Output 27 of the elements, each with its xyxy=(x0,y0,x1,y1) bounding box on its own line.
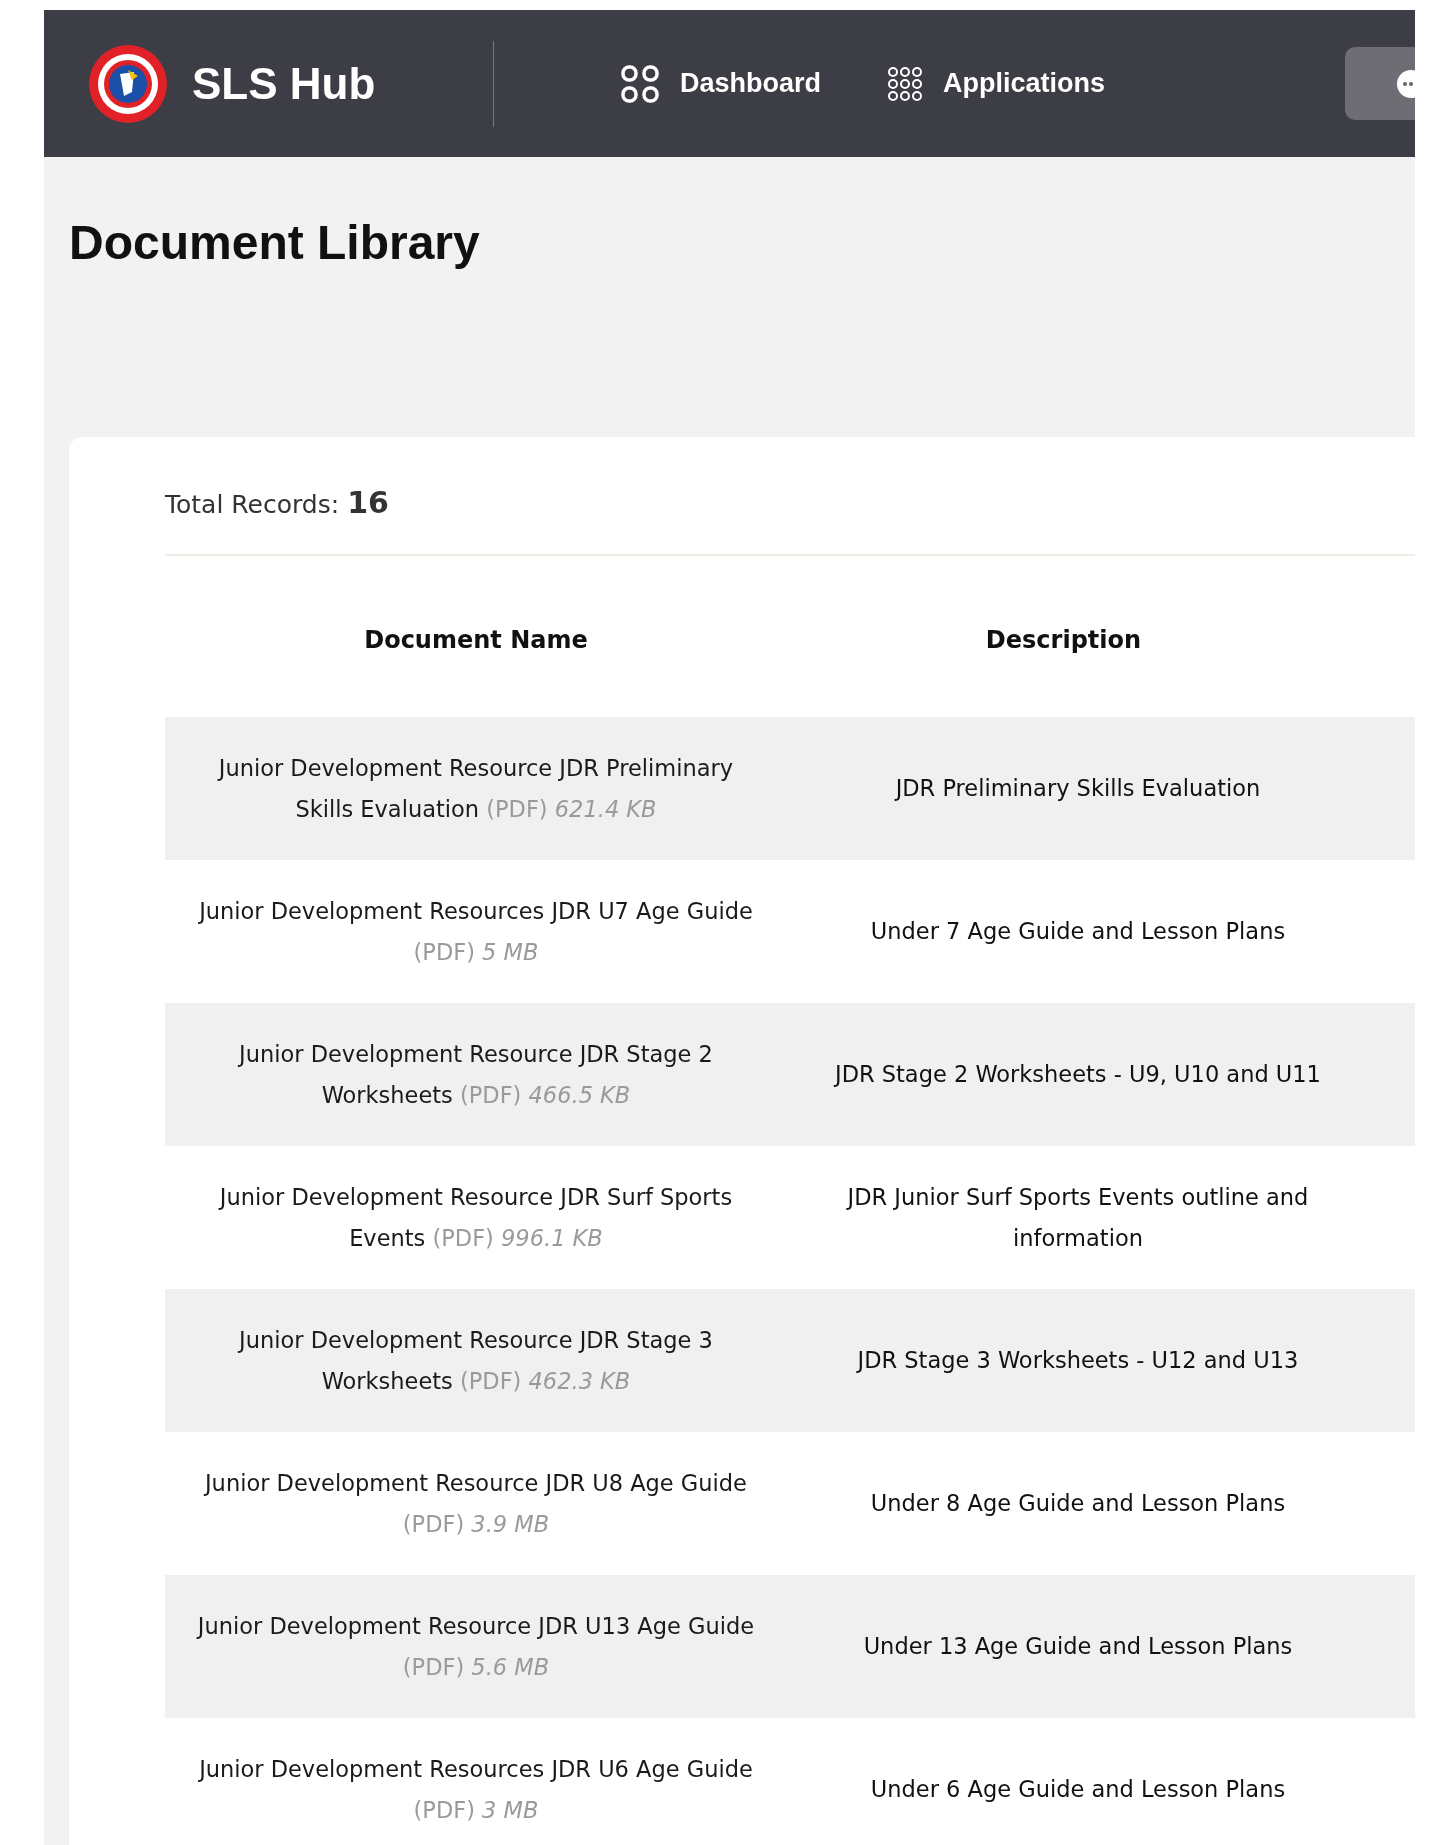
column-header: Description xyxy=(985,626,1142,654)
logo-icon xyxy=(88,43,168,124)
total-records-count: 16 xyxy=(347,485,389,520)
document-entry[interactable]: Junior Development Resource JDR U8 Age Guide (PDF) 3.9 MB xyxy=(195,1462,757,1545)
nav-link[interactable]: Applications xyxy=(887,63,1106,104)
document-entry[interactable]: Junior Development Resource JDR Stage 3 Worksheets (PDF) 462.3 KB xyxy=(195,1319,757,1402)
column-header: Document Name xyxy=(364,626,588,654)
description-text: JDR Preliminary Skills Evaluation xyxy=(895,775,1261,801)
document-entry[interactable]: Junior Development Resource JDR Stage 2 Worksheets (PDF) 466.5 KB xyxy=(195,1033,757,1116)
description-text: JDR Junior Surf Sports Events outline and information xyxy=(847,1183,1309,1251)
description-text: Under 8 Age Guide and Lesson Plans xyxy=(870,1490,1286,1516)
description-text: Under 7 Age Guide and Lesson Plans xyxy=(870,918,1286,944)
description-text: JDR Stage 2 Worksheets - U9, U10 and U11 xyxy=(835,1061,1321,1087)
document-entry[interactable]: Junior Development Resources JDR U6 Age Guide (PDF) 3 MB xyxy=(195,1748,757,1831)
description-text: JDR Stage 3 Worksheets - U12 and U13 xyxy=(857,1347,1299,1373)
document-entry[interactable]: Junior Development Resource JDR Preliminary Skills Evaluation (PDF) 621.4 KB xyxy=(195,747,757,830)
description-text: Under 13 Age Guide and Lesson Plans xyxy=(863,1633,1293,1659)
apps-icon xyxy=(887,65,924,102)
document-entry[interactable]: Junior Development Resources JDR U7 Age Guide (PDF) 5 MB xyxy=(195,890,757,973)
document-entry[interactable]: Junior Development Resource JDR U13 Age Guide (PDF) 5.6 MB xyxy=(195,1605,757,1688)
grid-icon xyxy=(620,63,660,104)
document-entry[interactable]: Junior Development Resource JDR Surf Sports Events (PDF) 996.1 KB xyxy=(195,1176,757,1259)
total-records-label: Total Records: xyxy=(165,490,340,519)
brand-name: SLS Hub xyxy=(192,58,376,109)
page-title: Document Library xyxy=(69,215,481,271)
nav-link[interactable]: Dashboard xyxy=(620,63,822,104)
description-text: Under 6 Age Guide and Lesson Plans xyxy=(870,1776,1286,1802)
